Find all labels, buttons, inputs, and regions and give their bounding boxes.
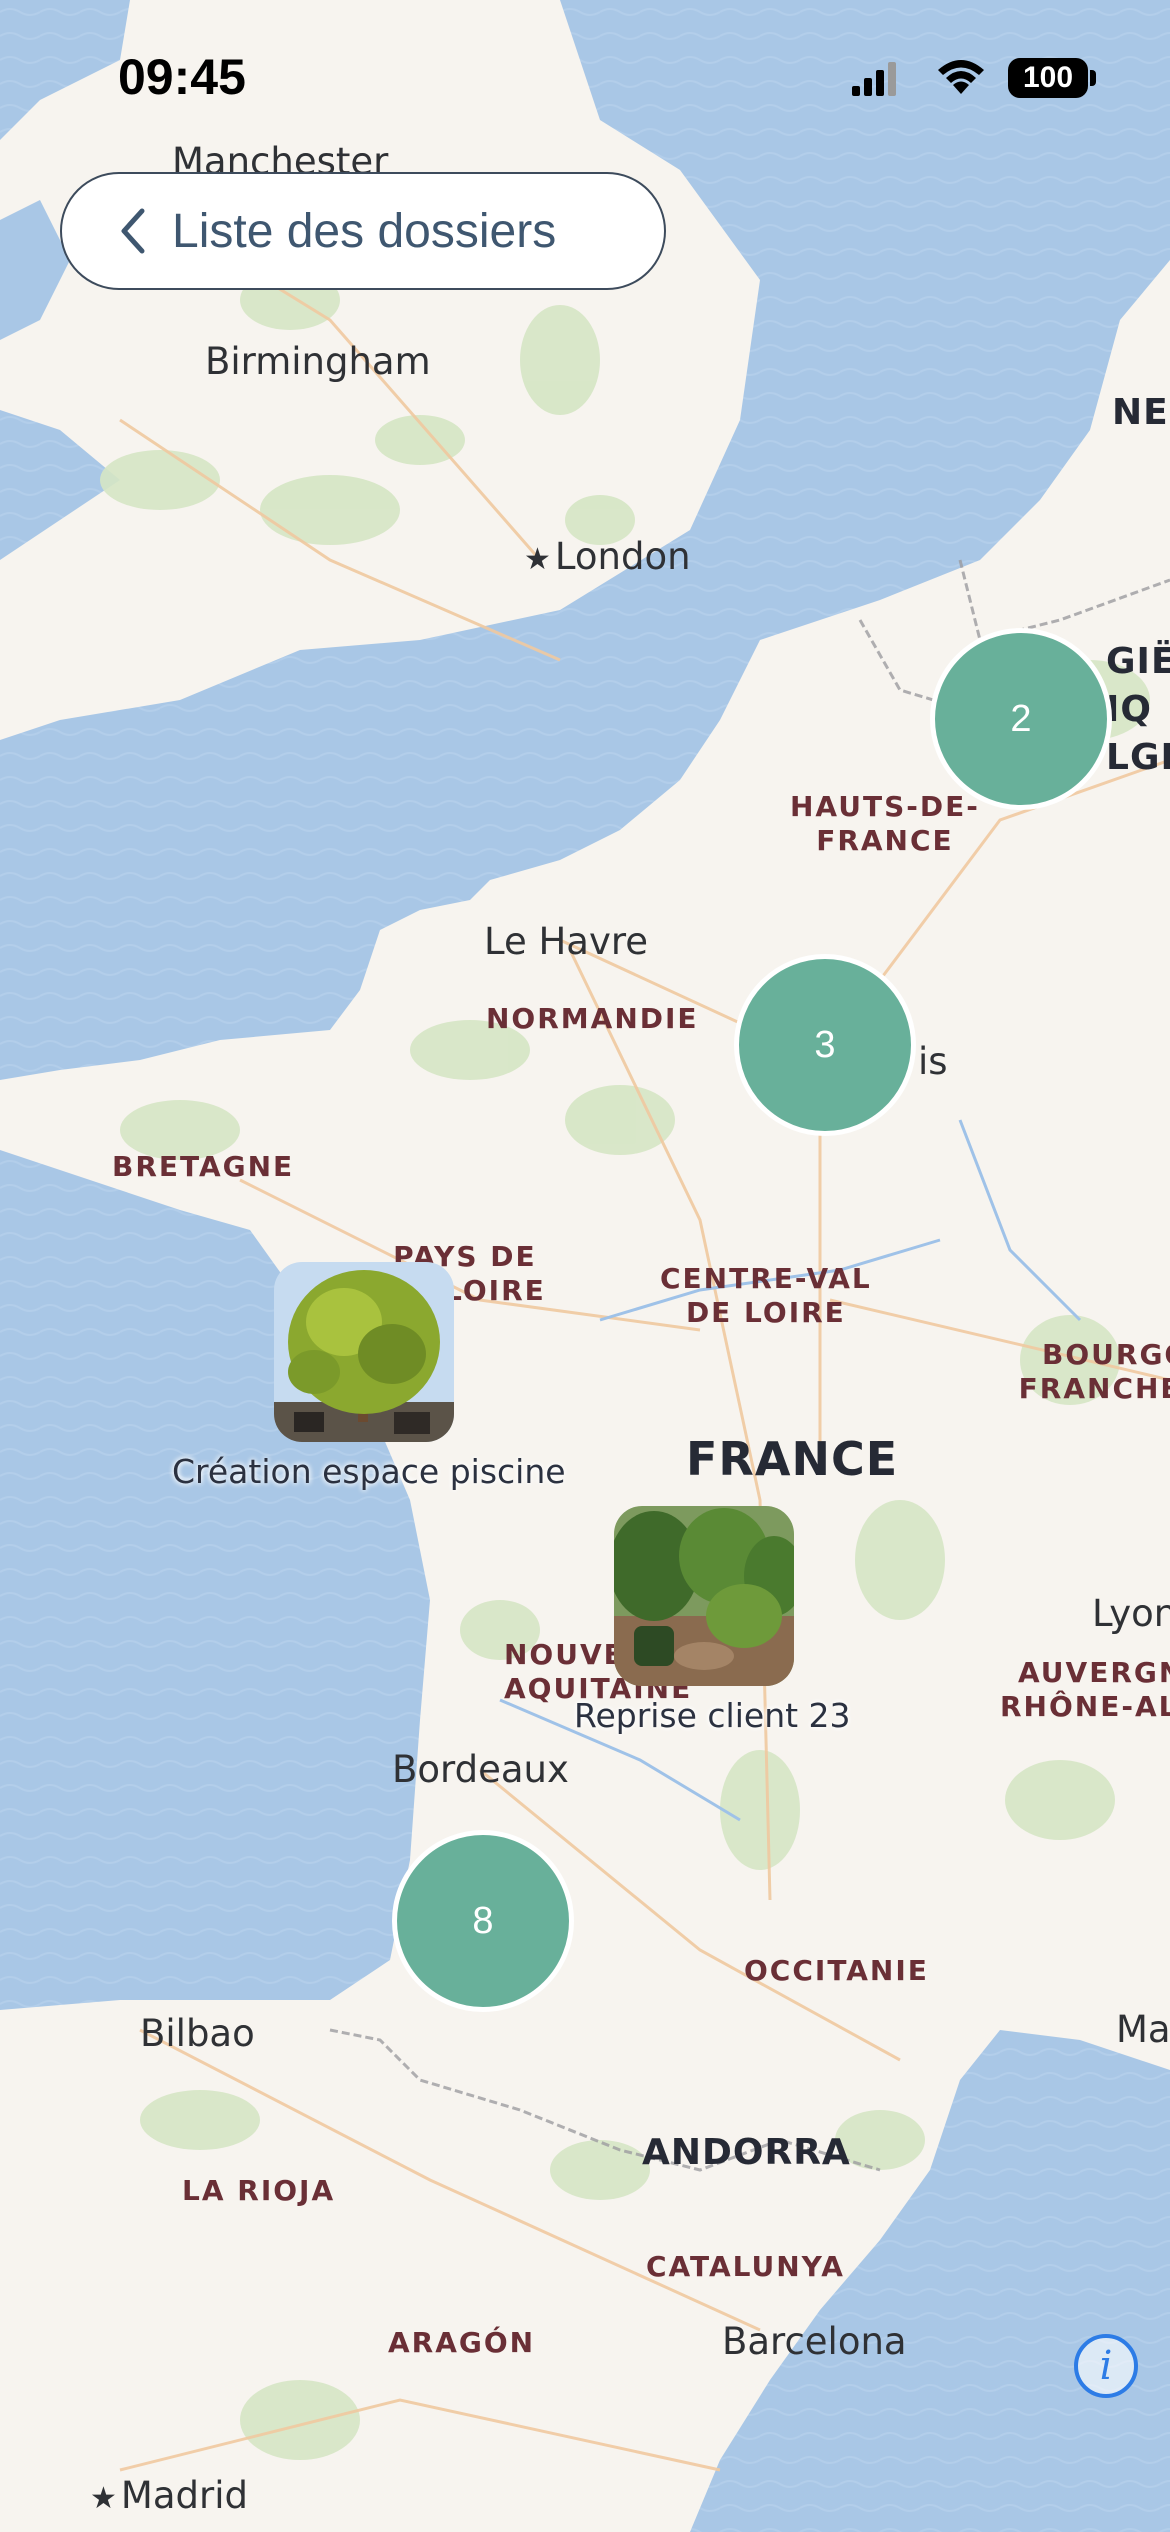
back-button-label: Liste des dossiers <box>172 204 557 258</box>
photo-pin-pool[interactable] <box>274 1262 454 1442</box>
city-madrid: ★ Madrid <box>90 2474 248 2517</box>
city-london: ★ London <box>524 535 691 578</box>
city-marseille-fragment: Ma <box>1116 2008 1170 2051</box>
status-time: 09:45 <box>118 49 246 105</box>
country-belgium-fragment: GIË IQ LGI <box>1106 641 1170 778</box>
battery-indicator: 100 <box>1008 58 1088 98</box>
city-birmingham: Birmingham <box>205 340 431 383</box>
region-centre-val-de-loire: CENTRE-VAL DE LOIRE <box>660 1262 872 1329</box>
capital-star-icon: ★ <box>90 2481 117 2516</box>
city-paris-fragment: is <box>918 1040 948 1083</box>
city-bilbao: Bilbao <box>140 2012 255 2055</box>
map-canvas[interactable] <box>0 0 1170 2532</box>
cellular-signal-icon <box>852 62 896 96</box>
map-info-button[interactable]: i <box>1074 2334 1138 2398</box>
capital-star-icon: ★ <box>524 542 551 577</box>
region-bretagne: BRETAGNE <box>112 1150 295 1183</box>
region-la-rioja: LA RIOJA <box>182 2174 336 2207</box>
wifi-icon <box>938 60 984 94</box>
cluster-marker-paris[interactable]: 3 <box>734 954 916 1136</box>
city-bordeaux: Bordeaux <box>392 1748 569 1791</box>
city-madrid-label: Madrid <box>120 2474 248 2517</box>
region-bourgogne: BOURGO FRANCHE <box>1018 1338 1170 1405</box>
chevron-left-icon <box>121 208 145 254</box>
country-andorra: ANDORRA <box>642 2132 851 2173</box>
back-to-list-button[interactable]: Liste des dossiers <box>60 172 666 290</box>
city-le-havre: Le Havre <box>484 920 649 963</box>
country-france: FRANCE <box>686 1432 899 1486</box>
photo-pin-client[interactable] <box>614 1506 794 1686</box>
region-normandie: NORMANDIE <box>486 1002 699 1035</box>
region-hauts-de-france: HAUTS-DE- FRANCE <box>790 790 980 857</box>
battery-tip <box>1090 70 1096 86</box>
region-auvergne: AUVERGN RHÔNE-AL <box>1000 1656 1170 1723</box>
photo-pin-client-caption[interactable]: Reprise client 23 <box>574 1696 851 1735</box>
region-catalunya: CATALUNYA <box>646 2250 845 2283</box>
country-netherlands-fragment: NE <box>1112 392 1169 433</box>
cluster-marker-south-west[interactable]: 8 <box>392 1830 574 2012</box>
city-lyon-fragment: Lyon <box>1092 1592 1170 1635</box>
photo-pin-pool-caption[interactable]: Création espace piscine <box>172 1452 566 1491</box>
region-occitanie: OCCITANIE <box>744 1954 929 1987</box>
city-barcelona: Barcelona <box>722 2320 907 2363</box>
garden-photo-icon <box>614 1506 794 1686</box>
region-aragon: ARAGÓN <box>388 2326 536 2359</box>
status-bar: 09:45 100 <box>0 0 1170 150</box>
city-london-label: London <box>554 535 691 578</box>
tree-photo-icon <box>274 1262 454 1442</box>
cluster-marker-north-east[interactable]: 2 <box>930 628 1112 810</box>
